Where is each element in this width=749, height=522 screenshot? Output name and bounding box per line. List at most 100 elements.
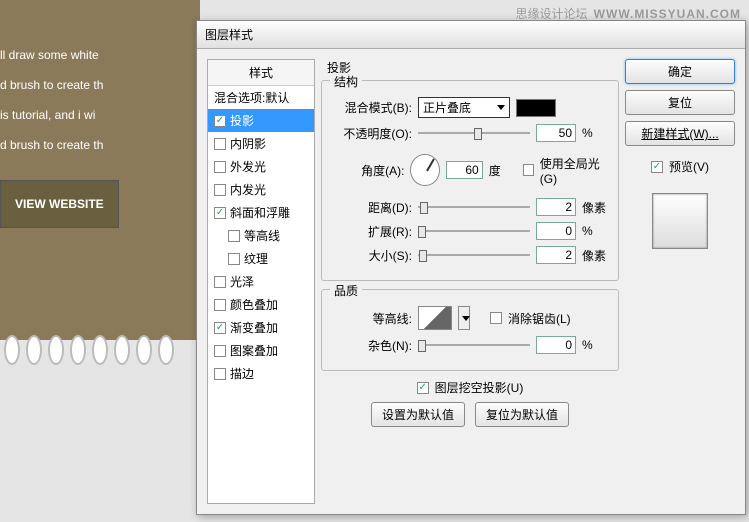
- contour-dropdown[interactable]: [458, 306, 470, 330]
- style-checkbox[interactable]: [214, 322, 226, 334]
- angle-input[interactable]: 60: [446, 161, 483, 179]
- sidebar-item-label: 纹理: [244, 250, 268, 267]
- style-checkbox[interactable]: [214, 207, 226, 219]
- sidebar-item-label: 描边: [230, 365, 254, 382]
- distance-unit: 像素: [582, 199, 610, 216]
- knockout-label: 图层挖空投影(U): [435, 379, 524, 396]
- knockout-checkbox[interactable]: [417, 382, 429, 394]
- contour-label: 等高线:: [330, 310, 412, 327]
- new-style-button[interactable]: 新建样式(W)...: [625, 121, 735, 146]
- sidebar-item-label: 等高线: [244, 227, 280, 244]
- style-checkbox[interactable]: [214, 161, 226, 173]
- structure-legend: 结构: [330, 73, 362, 90]
- style-checkbox[interactable]: [214, 345, 226, 357]
- global-light-checkbox[interactable]: [523, 164, 534, 176]
- spread-unit: %: [582, 224, 610, 238]
- sidebar-item-label: 投影: [230, 112, 254, 129]
- sidebar-item-label: 混合选项:默认: [214, 89, 289, 106]
- sidebar-item-label: 光泽: [230, 273, 254, 290]
- spread-slider[interactable]: [418, 224, 530, 238]
- size-slider[interactable]: [418, 248, 530, 262]
- size-label: 大小(S):: [330, 247, 412, 264]
- spread-label: 扩展(R):: [330, 223, 412, 240]
- sidebar-item[interactable]: 投影: [208, 109, 314, 132]
- noise-label: 杂色(N):: [330, 337, 412, 354]
- color-swatch[interactable]: [516, 99, 556, 117]
- distance-label: 距离(D):: [330, 199, 412, 216]
- panel-title: 投影: [321, 59, 619, 80]
- angle-dial[interactable]: [410, 154, 439, 186]
- style-checkbox[interactable]: [214, 115, 226, 127]
- noise-unit: %: [582, 338, 610, 352]
- sidebar-item[interactable]: 渐变叠加: [208, 316, 314, 339]
- noise-slider[interactable]: [418, 338, 530, 352]
- sidebar-item[interactable]: 等高线: [208, 224, 314, 247]
- style-checkbox[interactable]: [228, 253, 240, 265]
- sidebar-item-label: 斜面和浮雕: [230, 204, 290, 221]
- preview-checkbox[interactable]: [651, 161, 663, 173]
- opacity-label: 不透明度(O):: [330, 125, 412, 142]
- sidebar-item-label: 图案叠加: [230, 342, 278, 359]
- style-checkbox[interactable]: [214, 184, 226, 196]
- bg-line: is tutorial, and i wi: [0, 100, 200, 130]
- sidebar-item-label: 内阴影: [230, 135, 266, 152]
- view-website-button[interactable]: VIEW WEBSITE: [0, 180, 119, 228]
- style-checkbox[interactable]: [228, 230, 240, 242]
- opacity-input[interactable]: 50: [536, 124, 576, 142]
- titlebar[interactable]: 图层样式: [197, 21, 745, 49]
- sidebar-item[interactable]: 光泽: [208, 270, 314, 293]
- dialog-title: 图层样式: [205, 26, 253, 43]
- spread-input[interactable]: 0: [536, 222, 576, 240]
- bg-line: ll draw some white: [0, 40, 200, 70]
- layer-style-dialog: 图层样式 样式 混合选项:默认投影内阴影外发光内发光斜面和浮雕等高线纹理光泽颜色…: [196, 20, 746, 515]
- quality-group: 品质 等高线: 消除锯齿(L) 杂色(N): 0 %: [321, 289, 619, 371]
- bg-line: d brush to create th: [0, 70, 200, 100]
- preview-swatch: [652, 193, 708, 249]
- opacity-unit: %: [582, 126, 610, 140]
- sidebar-item[interactable]: 斜面和浮雕: [208, 201, 314, 224]
- sidebar-item[interactable]: 颜色叠加: [208, 293, 314, 316]
- sidebar-item[interactable]: 内发光: [208, 178, 314, 201]
- noise-input[interactable]: 0: [536, 336, 576, 354]
- quality-legend: 品质: [330, 282, 362, 299]
- style-checkbox[interactable]: [214, 368, 226, 380]
- global-light-label: 使用全局光(G): [540, 155, 610, 186]
- chevron-down-icon: [462, 316, 470, 321]
- style-checkbox[interactable]: [214, 138, 226, 150]
- watermark: 思缘设计论坛 WWW.MISSYUAN.COM: [516, 5, 741, 22]
- style-checkbox[interactable]: [214, 276, 226, 288]
- blend-mode-label: 混合模式(B):: [330, 99, 412, 116]
- sidebar-item-label: 渐变叠加: [230, 319, 278, 336]
- sidebar-item[interactable]: 描边: [208, 362, 314, 385]
- ok-button[interactable]: 确定: [625, 59, 735, 84]
- bg-line: d brush to create th: [0, 130, 200, 160]
- sidebar-header: 样式: [208, 60, 314, 86]
- sidebar-item[interactable]: 外发光: [208, 155, 314, 178]
- sidebar-item-label: 外发光: [230, 158, 266, 175]
- size-unit: 像素: [582, 247, 610, 264]
- angle-unit: 度: [489, 162, 517, 179]
- contour-picker[interactable]: [418, 306, 452, 330]
- size-input[interactable]: 2: [536, 246, 576, 264]
- sidebar-item[interactable]: 混合选项:默认: [208, 86, 314, 109]
- set-default-button[interactable]: 设置为默认值: [371, 402, 465, 427]
- angle-label: 角度(A):: [330, 162, 404, 179]
- sidebar-item[interactable]: 纹理: [208, 247, 314, 270]
- antialias-label: 消除锯齿(L): [508, 310, 571, 327]
- reset-default-button[interactable]: 复位为默认值: [475, 402, 569, 427]
- blend-mode-select[interactable]: 正片叠底: [418, 97, 510, 118]
- cancel-button[interactable]: 复位: [625, 90, 735, 115]
- sidebar-item[interactable]: 内阴影: [208, 132, 314, 155]
- distance-input[interactable]: 2: [536, 198, 576, 216]
- sidebar-item[interactable]: 图案叠加: [208, 339, 314, 362]
- style-sidebar: 样式 混合选项:默认投影内阴影外发光内发光斜面和浮雕等高线纹理光泽颜色叠加渐变叠…: [207, 59, 315, 504]
- chevron-down-icon: [497, 105, 505, 110]
- distance-slider[interactable]: [418, 200, 530, 214]
- antialias-checkbox[interactable]: [490, 312, 502, 324]
- opacity-slider[interactable]: [418, 126, 530, 140]
- sidebar-item-label: 内发光: [230, 181, 266, 198]
- style-checkbox[interactable]: [214, 299, 226, 311]
- preview-label: 预览(V): [669, 158, 709, 175]
- sidebar-item-label: 颜色叠加: [230, 296, 278, 313]
- structure-group: 结构 混合模式(B): 正片叠底 不透明度(O): 50 % 角度(A): 60: [321, 80, 619, 281]
